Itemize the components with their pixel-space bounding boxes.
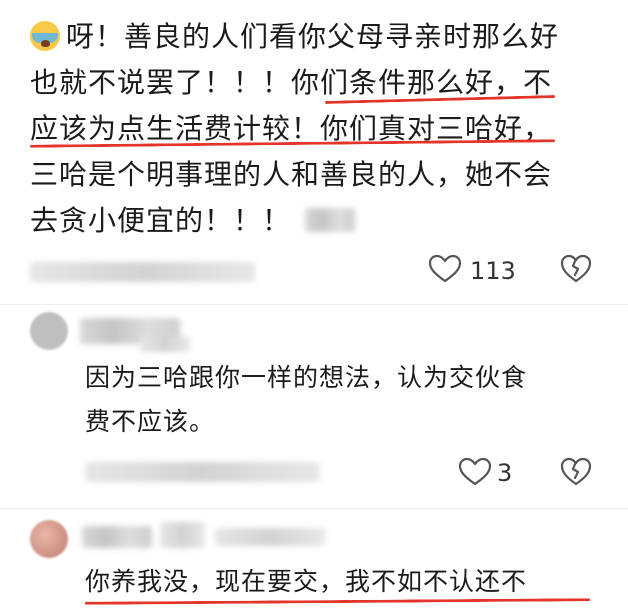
reply-line-1: 因为三哈跟你一样的想法，认为交伙食 [85, 363, 528, 392]
dislike-button[interactable] [560, 254, 592, 286]
blurred-username [82, 526, 152, 548]
crying-face-icon [30, 21, 60, 51]
reply-text: 因为三哈跟你一样的想法，认为交伙食 费不应该。 [85, 356, 527, 444]
reply-text: 你养我没，现在要交，我不如不认还不 [85, 560, 527, 604]
avatar[interactable] [30, 312, 68, 350]
like-button[interactable] [428, 254, 464, 286]
avatar[interactable] [30, 520, 68, 558]
blurred-username [160, 522, 205, 548]
heart-outline-icon [458, 457, 492, 486]
broken-heart-icon [560, 457, 592, 486]
like-button[interactable] [458, 457, 492, 487]
blurred-timestamp [85, 462, 320, 482]
dislike-button[interactable] [560, 457, 592, 487]
divider [0, 304, 628, 305]
heart-outline-icon [428, 254, 462, 283]
like-count: 3 [497, 459, 513, 487]
reply-line-1: 你养我没，现在要交，我不如不认还不 [85, 567, 528, 596]
reply-line-2: 费不应该。 [85, 407, 216, 436]
comment-line-4: 三哈是个明事理的人和善良的人，她不会 [30, 158, 553, 191]
blurred-timestamp [30, 262, 255, 282]
blurred-username [305, 208, 355, 232]
blurred-username [140, 336, 190, 352]
comment-line-1: 呀！善良的人们看你父母寻亲时那么好 [30, 14, 610, 60]
comment-line-2: 也就不说罢了！！！你们条件那么好，不 [30, 66, 553, 99]
blurred-username [215, 528, 325, 546]
divider [0, 508, 628, 509]
like-count: 113 [470, 257, 516, 285]
broken-heart-icon [560, 254, 592, 283]
